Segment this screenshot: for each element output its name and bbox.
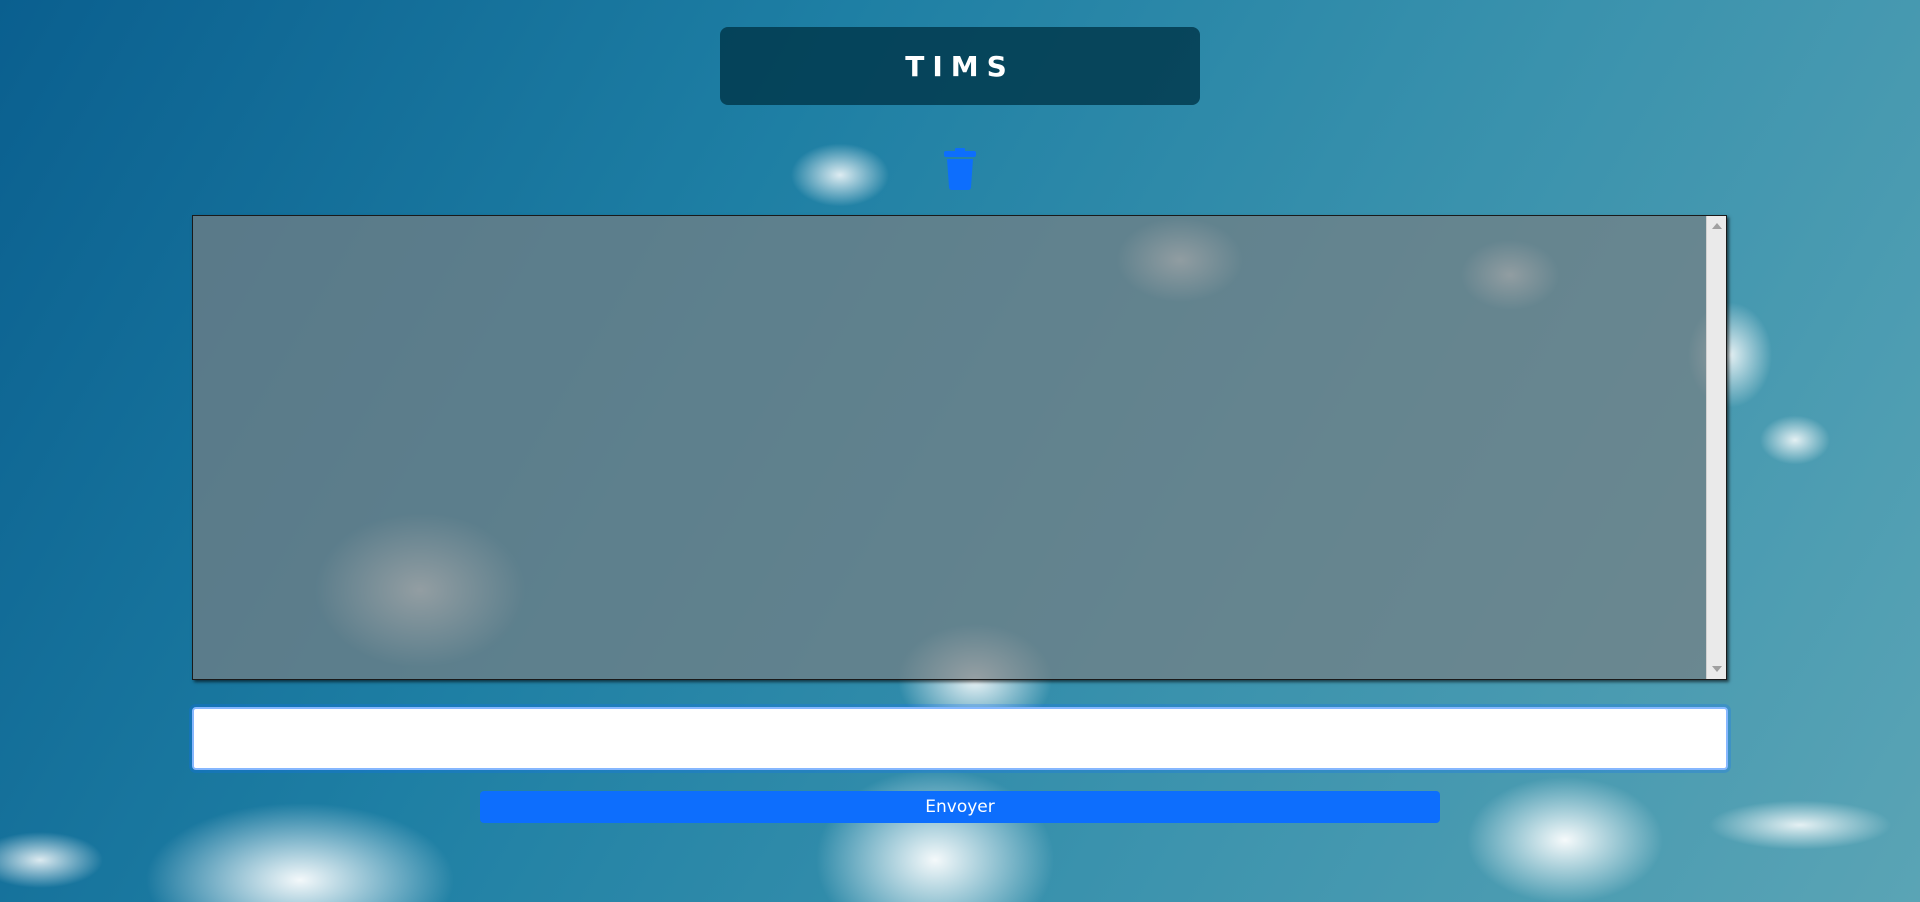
message-input[interactable] (192, 707, 1728, 770)
clear-chat-button[interactable] (940, 146, 980, 192)
chat-messages-area[interactable] (192, 215, 1727, 680)
app-header: TIMS (720, 27, 1200, 105)
scroll-down-arrow-icon[interactable] (1712, 666, 1722, 672)
chat-scrollbar[interactable] (1706, 216, 1726, 679)
app-title: TIMS (905, 49, 1015, 83)
send-button[interactable]: Envoyer (480, 791, 1440, 823)
scroll-up-arrow-icon[interactable] (1712, 223, 1722, 229)
trash-icon (944, 148, 976, 190)
